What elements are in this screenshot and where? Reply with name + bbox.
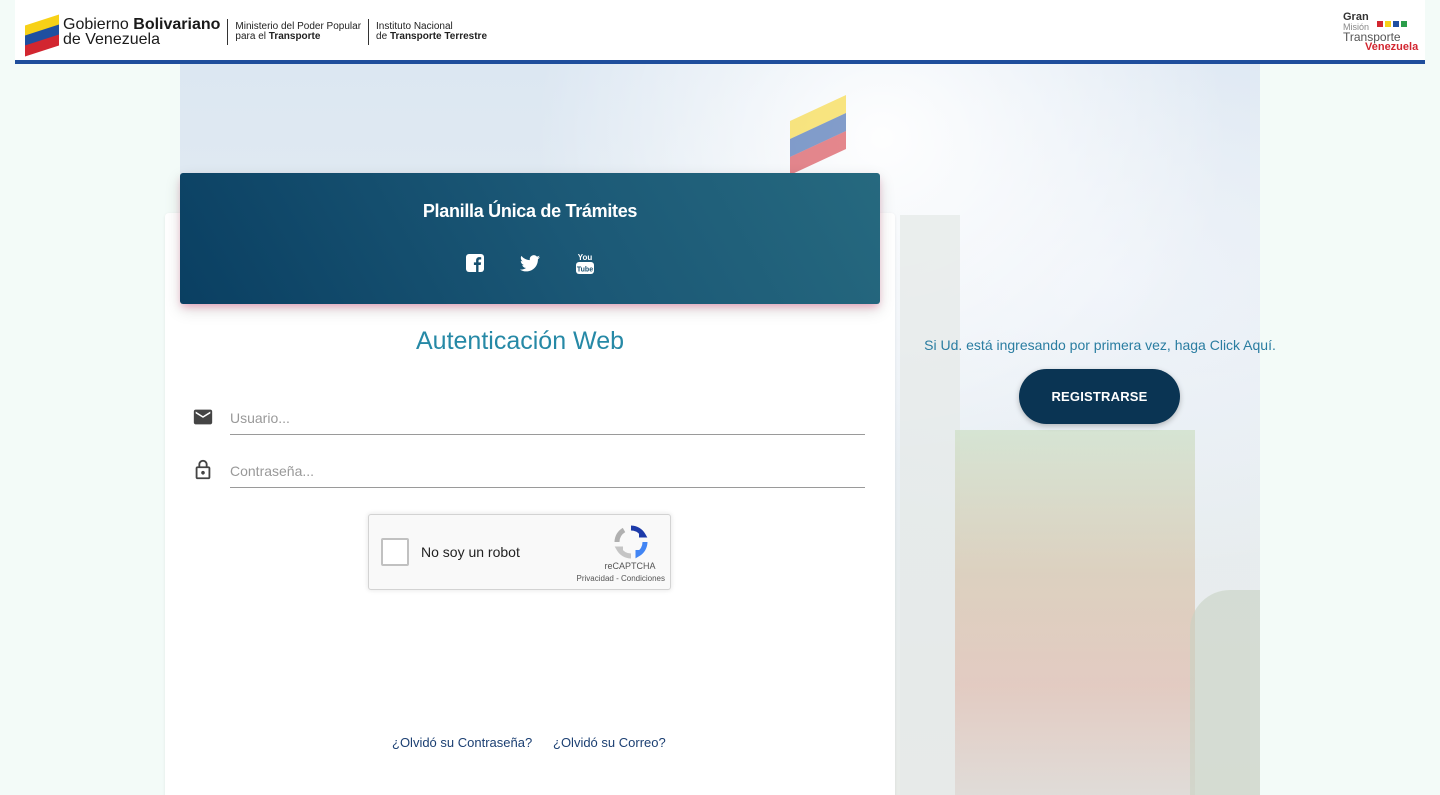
divider [227, 19, 229, 45]
ministry-name: Ministerio del Poder Popular para el Tra… [235, 21, 362, 42]
email-icon [193, 409, 213, 425]
top-banner: Gobierno Bolivariano de Venezuela Minist… [15, 0, 1425, 64]
facebook-icon[interactable] [465, 253, 485, 273]
auth-title: Autenticación Web [416, 327, 624, 355]
twitter-icon[interactable] [520, 253, 540, 273]
institute-name: Instituto Nacional de Transporte Terrest… [376, 21, 488, 42]
youtube-icon[interactable]: You Tube [575, 253, 595, 274]
background-flag [790, 94, 846, 176]
background-mural [955, 430, 1195, 795]
divider [368, 19, 370, 45]
recaptcha-checkbox[interactable] [381, 538, 409, 566]
forgot-email-link[interactable]: ¿Olvidó su Correo? [553, 735, 666, 750]
svg-text:Tube: Tube [577, 267, 593, 274]
recaptcha-brand: reCAPTCHA [604, 561, 656, 571]
recaptcha-links: Privacidad - Condiciones [576, 574, 666, 583]
recaptcha-logo-icon [614, 525, 648, 559]
username-input[interactable] [230, 403, 865, 433]
recaptcha-privacy-link[interactable]: Privacidad [577, 574, 614, 583]
venezuela-flag-icon [25, 14, 59, 57]
username-field [230, 403, 865, 435]
forgot-password-link[interactable]: ¿Olvidó su Contraseña? [392, 735, 532, 750]
recaptcha-label: No soy un robot [421, 544, 520, 560]
government-name: Gobierno Bolivariano de Venezuela [63, 16, 221, 48]
gran-mision-logo: Gran Misión Transporte Venezuela [1343, 11, 1419, 53]
background-building [900, 215, 960, 795]
lock-icon [195, 459, 211, 480]
background-tree [1190, 590, 1260, 795]
password-input[interactable] [230, 456, 865, 486]
social-links: You Tube [180, 253, 880, 274]
government-logo: Gobierno Bolivariano de Venezuela Minist… [25, 12, 488, 57]
register-prompt-link[interactable]: Si Ud. está ingresando por primera vez, … [905, 337, 1295, 353]
recaptcha-widget: No soy un robot reCAPTCHA Privacidad - C… [368, 514, 671, 590]
svg-text:You: You [578, 253, 593, 262]
card-header: Planilla Única de Trámites You Tube [180, 173, 880, 304]
password-field [230, 456, 865, 488]
register-button[interactable]: REGISTRARSE [1019, 369, 1180, 424]
recaptcha-terms-link[interactable]: Condiciones [621, 574, 665, 583]
logo-color-dots [1377, 21, 1407, 27]
card-title: Planilla Única de Trámites [422, 201, 638, 221]
